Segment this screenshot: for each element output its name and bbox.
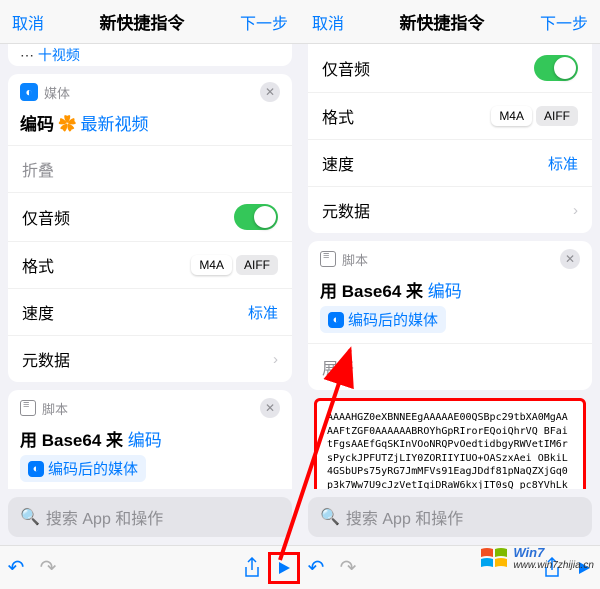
flower-icon: ✿ <box>59 115 76 134</box>
metadata-row[interactable]: 元数据› <box>8 335 292 382</box>
m4a-option: M4A <box>191 255 232 275</box>
encoded-media-chip[interactable]: ◐编码后的媒体 <box>20 455 146 482</box>
redo-button: ↷ <box>332 552 364 584</box>
speed-value[interactable]: 标准 <box>548 153 578 174</box>
format-segmented[interactable]: M4A AIFF <box>491 106 578 126</box>
undo-button[interactable]: ↶ <box>300 552 332 584</box>
script-icon <box>320 251 336 267</box>
base64-output: AAAAHGZ0eXBNNEEgAAAAAE00QSBpc29tbXA0MgAA… <box>314 398 586 489</box>
encoded-media-chip[interactable]: ◐编码后的媒体 <box>320 306 446 333</box>
search-placeholder: 搜索 App 和操作 <box>46 505 163 529</box>
latest-video-link[interactable]: 最新视频 <box>80 115 148 134</box>
search-icon: 🔍 <box>20 507 40 527</box>
audio-only-row: 仅音频 <box>8 192 292 241</box>
navbar: 取消 新快捷指令 下一步 <box>0 0 300 44</box>
left-screen: 取消 新快捷指令 下一步 ⋯ 十视频 ◐ 媒体 ✕ 编码 ✿ 最新视频 折叠 仅… <box>0 0 300 589</box>
cancel-button[interactable]: 取消 <box>312 10 344 34</box>
toolbar: ↶ ↷ <box>0 545 300 589</box>
media-card-title: 编码 ✿ 最新视频 <box>8 106 292 145</box>
nav-title: 新快捷指令 <box>100 9 185 34</box>
script-card: 脚本 ✕ 用 Base64 来 编码 ◐编码后的媒体 展开 <box>8 390 292 489</box>
script-icon <box>20 400 36 416</box>
next-button[interactable]: 下一步 <box>240 10 288 34</box>
cancel-button[interactable]: 取消 <box>12 10 44 34</box>
aiff-option: AIFF <box>236 255 278 275</box>
media-encode-card: ◐ 媒体 ✕ 编码 ✿ 最新视频 折叠 仅音频 格式 M4A AIFF 速度标准… <box>8 74 292 382</box>
encode-link[interactable]: 编码 <box>428 282 462 301</box>
chevron-right-icon: › <box>273 351 278 368</box>
format-row: 格式 M4A AIFF <box>308 92 592 139</box>
close-icon[interactable]: ✕ <box>260 398 280 418</box>
media-icon: ◐ <box>20 83 38 101</box>
windows-logo-icon <box>479 545 509 571</box>
format-row: 格式 M4A AIFF <box>8 241 292 288</box>
search-icon: 🔍 <box>320 507 340 527</box>
nav-title: 新快捷指令 <box>400 9 485 34</box>
speed-row: 速度标准 <box>308 139 592 186</box>
audio-only-toggle[interactable] <box>534 55 578 81</box>
speed-row: 速度标准 <box>8 288 292 335</box>
speed-value[interactable]: 标准 <box>248 302 278 323</box>
expand-row[interactable]: 展开 <box>308 343 592 390</box>
search-bar[interactable]: 🔍 搜索 App 和操作 <box>8 497 292 537</box>
right-screen: 取消 新快捷指令 下一步 仅音频 格式 M4A AIFF 速度标准 元数据› 脚… <box>300 0 600 589</box>
watermark: Win7 www.win7zhijia.cn <box>479 545 594 571</box>
partial-card: ⋯ 十视频 <box>8 44 292 66</box>
search-placeholder: 搜索 App 和操作 <box>346 505 463 529</box>
encode-link[interactable]: 编码 <box>128 431 162 450</box>
script-card-title: 用 Base64 来 编码 ◐编码后的媒体 <box>8 422 292 489</box>
redo-button: ↷ <box>32 552 64 584</box>
search-bar[interactable]: 🔍 搜索 App 和操作 <box>308 497 592 537</box>
format-segmented[interactable]: M4A AIFF <box>191 255 278 275</box>
m4a-option: M4A <box>491 106 532 126</box>
audio-only-row: 仅音频 <box>308 44 592 92</box>
collapse-row[interactable]: 折叠 <box>8 145 292 192</box>
share-button[interactable] <box>236 552 268 584</box>
audio-only-toggle[interactable] <box>234 204 278 230</box>
metadata-row[interactable]: 元数据› <box>308 186 592 233</box>
navbar: 取消 新快捷指令 下一步 <box>300 0 600 44</box>
close-icon[interactable]: ✕ <box>560 249 580 269</box>
aiff-option: AIFF <box>536 106 578 126</box>
script-card-title: 用 Base64 来 编码 ◐编码后的媒体 <box>308 273 592 343</box>
next-button[interactable]: 下一步 <box>540 10 588 34</box>
chevron-right-icon: › <box>573 202 578 219</box>
media-card-continued: 仅音频 格式 M4A AIFF 速度标准 元数据› <box>308 44 592 233</box>
script-card: 脚本 ✕ 用 Base64 来 编码 ◐编码后的媒体 展开 <box>308 241 592 390</box>
undo-button[interactable]: ↶ <box>0 552 32 584</box>
run-button[interactable] <box>268 552 300 584</box>
close-icon[interactable]: ✕ <box>260 82 280 102</box>
media-head-label: 媒体 <box>44 83 70 102</box>
